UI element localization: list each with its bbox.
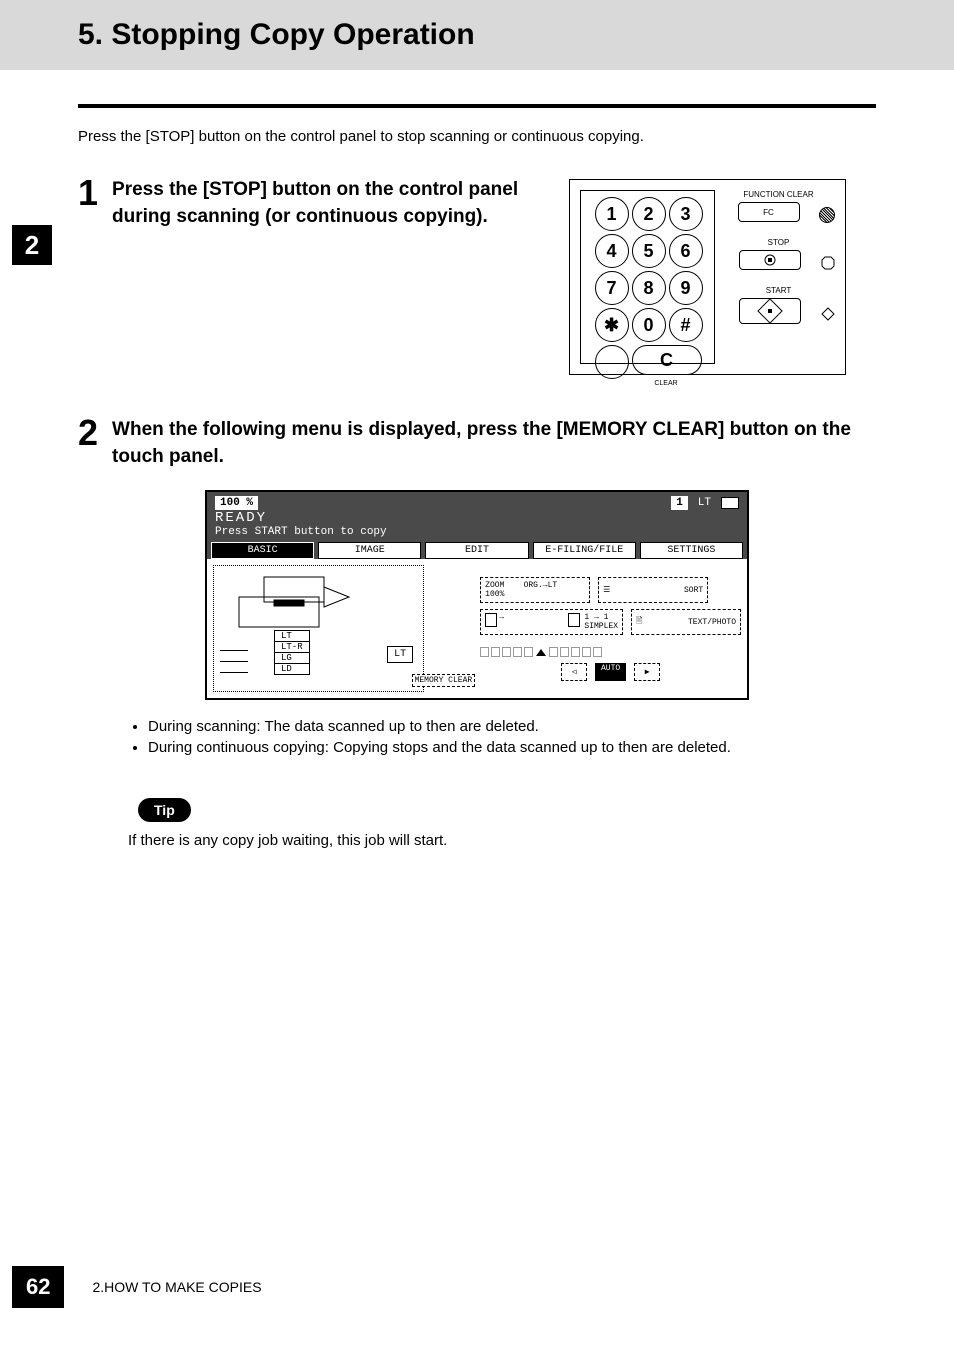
tab-row: BASIC IMAGE EDIT E-FILING/FILE SETTINGS [207,542,747,559]
duplex-label: 1 → 1 SIMPLEX [584,613,618,631]
key-blank [595,345,629,379]
zoom-button[interactable]: ZOOM ORG.→LT 100% [480,577,590,603]
intro-text: Press the [STOP] button on the control p… [78,128,876,145]
page-number: 62 [12,1266,64,1308]
lt-badge: LT [387,646,413,663]
memory-clear-button[interactable]: MEMORY CLEAR [412,674,476,687]
tip-text: If there is any copy job waiting, this j… [128,832,876,849]
footer: 62 2.HOW TO MAKE COPIES [12,1266,262,1308]
mode-button[interactable]: 🖹 TEXT/PHOTO [631,609,741,635]
density-control [480,647,741,657]
step-1-row: 1 Press the [STOP] button on the control… [78,175,876,375]
density-right-button[interactable]: ▶ [634,663,660,681]
step-1-text: Press the [STOP] button on the control p… [112,177,529,230]
bullet-list: During scanning: The data scanned up to … [78,718,876,756]
touch-panel-right: ZOOM ORG.→LT 100% ☰ SORT → 1 → 1 SIMPLEX [430,565,741,692]
step-number: 1 [78,175,98,211]
tab-basic[interactable]: BASIC [211,542,314,559]
page-title: 5. Stopping Copy Operation [78,18,954,52]
key-3[interactable]: 3 [669,197,703,231]
chapter-tab: 2 [12,225,52,265]
density-left-button[interactable]: ◁ [561,663,587,681]
key-star[interactable]: ✱ [595,308,629,342]
auto-density-button[interactable]: AUTO [595,663,626,681]
paper-ld: LD [275,664,309,674]
sort-label: SORT [684,586,703,595]
stop-label: STOP [722,238,835,247]
function-clear-button[interactable]: FC [738,202,800,222]
keypad: 1 2 3 4 5 6 7 8 9 ✱ 0 # C CLEAR [581,191,714,414]
tray-icons [220,642,248,686]
step-number: 2 [78,415,98,451]
key-6[interactable]: 6 [669,234,703,268]
key-0[interactable]: 0 [632,308,666,342]
touch-panel-body: LT LT-R LG LD LT MEMORY CLEAR ZOOM ORG.→… [207,559,747,698]
breadcrumb: 2.HOW TO MAKE COPIES [92,1279,261,1295]
duplex-button[interactable]: → 1 → 1 SIMPLEX [480,609,623,635]
key-4[interactable]: 4 [595,234,629,268]
start-label: START [722,286,835,295]
orientation-icon [721,497,739,509]
key-hash[interactable]: # [669,308,703,342]
stop-button[interactable] [739,250,801,270]
keypad-frame: 1 2 3 4 5 6 7 8 9 ✱ 0 # C CLEAR [580,190,715,364]
status-text: READY [215,510,739,526]
step-1: 1 Press the [STOP] button on the control… [78,175,529,230]
paper-lt: LT [275,631,309,642]
content-area: Press the [STOP] button on the control p… [0,70,954,849]
tab-image[interactable]: IMAGE [318,542,421,559]
bullet-2: During continuous copying: Copying stops… [148,739,876,756]
density-marker-icon [536,649,546,656]
stop-hex-icon [821,256,835,270]
title-bar: 5. Stopping Copy Operation [0,0,954,70]
tab-settings[interactable]: SETTINGS [640,542,743,559]
tip-badge: Tip [138,798,191,822]
control-panel-figure: 1 2 3 4 5 6 7 8 9 ✱ 0 # C CLEAR [569,179,846,375]
key-8[interactable]: 8 [632,271,666,305]
start-button[interactable] [739,298,801,324]
step-2-text: When the following menu is displayed, pr… [112,417,876,470]
fc-hatch-icon [819,207,835,223]
panel-buttons: FUNCTION CLEAR FC STOP START [722,190,835,368]
hint-text: Press START button to copy [215,526,739,538]
key-7[interactable]: 7 [595,271,629,305]
clear-key[interactable]: C [632,345,702,375]
paper-indicator: LT [698,497,711,509]
function-clear-label: FUNCTION CLEAR [722,190,835,199]
printer-icon [234,572,354,630]
key-1[interactable]: 1 [595,197,629,231]
step-2: 2 When the following menu is displayed, … [78,415,876,470]
paper-size-list: LT LT-R LG LD [274,630,310,675]
mode-label: TEXT/PHOTO [688,618,736,627]
section-rule [78,104,876,108]
copy-count: 1 [671,496,688,510]
key-9[interactable]: 9 [669,271,703,305]
start-diamond-outline-icon [821,307,835,321]
bullet-1: During scanning: The data scanned up to … [148,718,876,735]
tab-efiling[interactable]: E-FILING/FILE [533,542,636,559]
sort-button[interactable]: ☰ SORT [598,577,708,603]
tab-edit[interactable]: EDIT [425,542,528,559]
paper-lg: LG [275,653,309,664]
auto-label: AUTO [601,664,620,673]
start-diamond-icon [757,298,782,323]
printer-preview: LT LT-R LG LD LT MEMORY CLEAR [213,565,424,692]
sort-icon: ☰ [603,585,610,595]
clear-label: CLEAR [632,380,701,414]
touch-panel-figure: 100 % 1 LT READY Press START button to c… [205,490,749,700]
key-2[interactable]: 2 [632,197,666,231]
duplex-icon: → [485,613,580,631]
mode-icon: 🖹 [636,615,642,629]
zoom-percent: 100 % [215,496,258,510]
key-5[interactable]: 5 [632,234,666,268]
paper-ltr: LT-R [275,642,309,653]
